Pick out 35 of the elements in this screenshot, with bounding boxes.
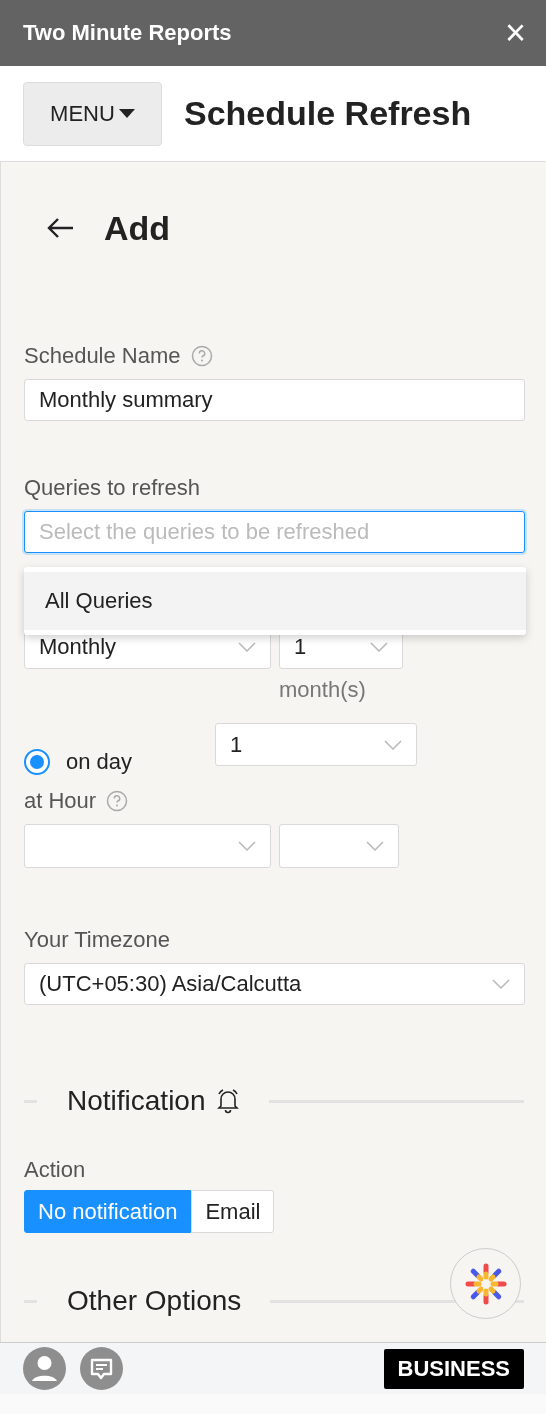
back-arrow-icon[interactable]: [46, 217, 74, 239]
user-avatar-icon[interactable]: [23, 1347, 66, 1390]
plan-badge: BUSINESS: [383, 1348, 524, 1389]
app-title: Two Minute Reports: [23, 20, 232, 46]
sparkle-logo-icon: [464, 1262, 507, 1305]
section-heading: Notification: [67, 1085, 206, 1117]
radio-label: on day: [66, 749, 133, 775]
radio-button[interactable]: [24, 749, 50, 775]
segment-button[interactable]: Email: [191, 1190, 275, 1233]
chevron-down-icon: [366, 841, 384, 851]
schedule-name-field[interactable]: Monthly summary: [24, 379, 525, 421]
day-select[interactable]: 1: [215, 723, 417, 766]
field-label: at Hour: [24, 788, 97, 814]
field-label: Schedule Name: [24, 343, 181, 369]
chevron-down-icon: [238, 642, 256, 652]
section-title: Add: [104, 208, 171, 248]
chat-icon[interactable]: [80, 1347, 123, 1390]
help-icon: [106, 790, 129, 812]
field-label: Your Timezone: [24, 927, 170, 953]
page-title: Schedule Refresh: [184, 94, 472, 133]
caret-icon: [118, 109, 135, 118]
chevron-down-icon: [492, 979, 510, 989]
chevron-down-icon: [238, 841, 256, 851]
field-label: Queries to refresh: [24, 475, 201, 501]
timezone-select[interactable]: (UTC+05:30) Asia/Calcutta: [24, 963, 525, 1005]
chevron-down-icon: [384, 739, 402, 750]
help-icon: [190, 345, 213, 367]
dropdown-option[interactable]: All Queries: [24, 572, 526, 630]
field-label: Action: [24, 1157, 86, 1183]
unit-label: month(s): [279, 677, 367, 703]
close-button[interactable]: ×: [504, 15, 526, 51]
chevron-down-icon: [370, 642, 388, 652]
section-heading: Other Options: [67, 1285, 242, 1317]
menu-button[interactable]: MENU: [23, 81, 162, 146]
bell-icon: [215, 1088, 240, 1114]
